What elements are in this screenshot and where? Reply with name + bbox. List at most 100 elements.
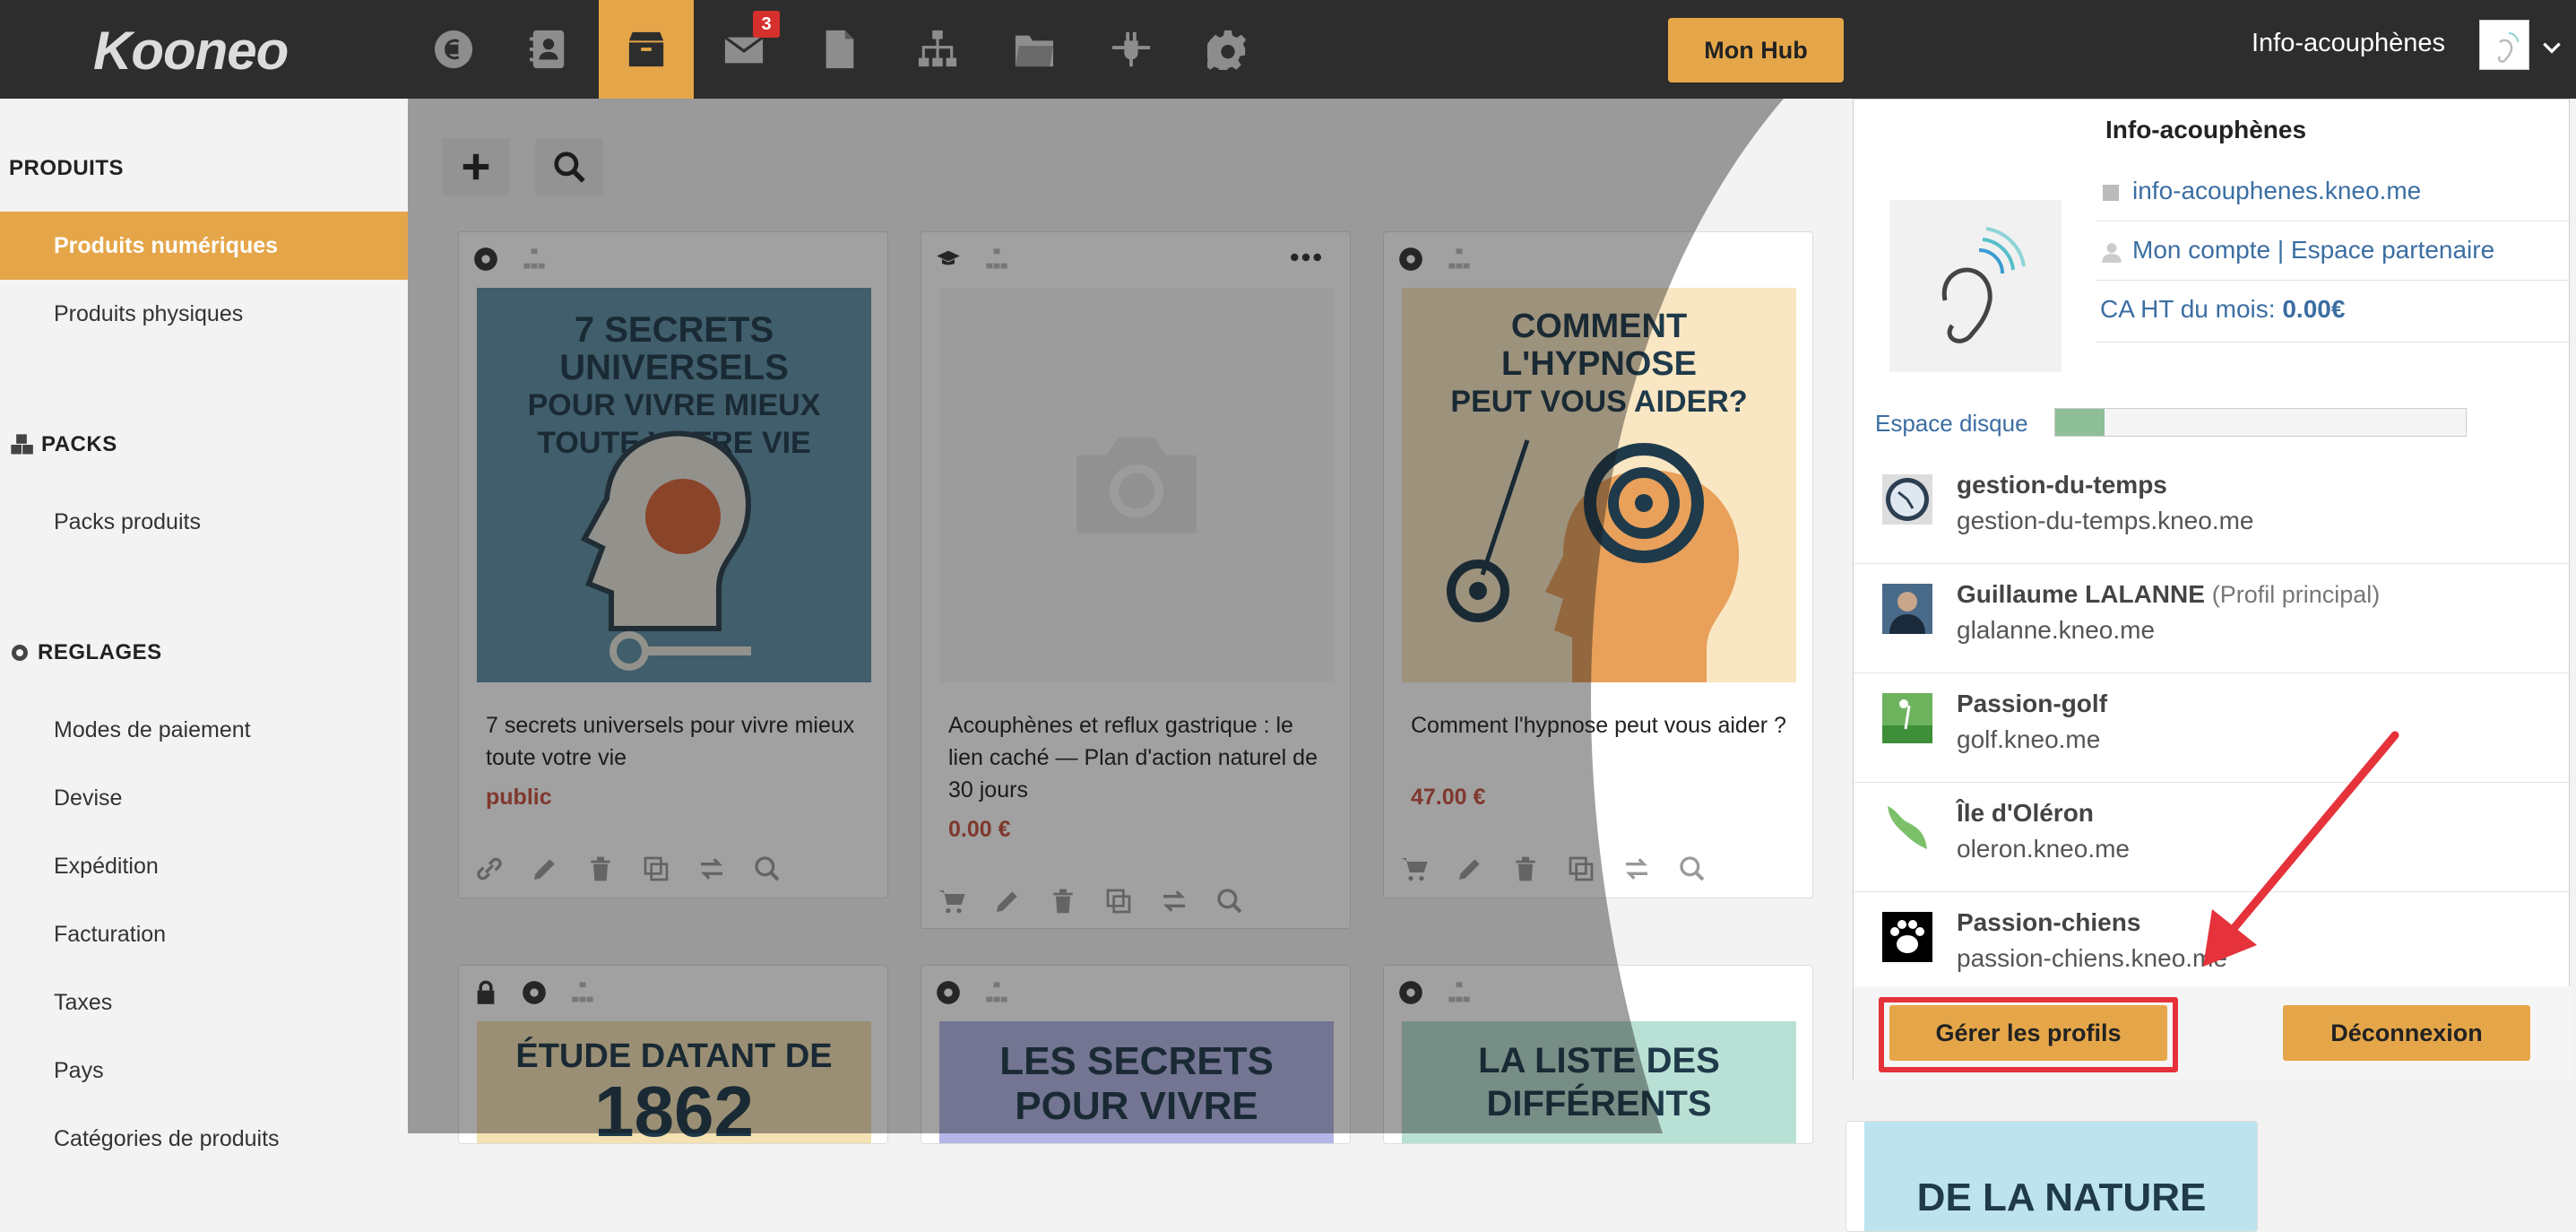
current-profile-name[interactable]: Info-acouphènes [2252,29,2445,58]
plug-icon [1111,31,1151,67]
profile-avatar[interactable] [2479,20,2529,70]
edit-icon[interactable] [993,887,1022,915]
main-profile-note: (Profil principal) [2211,581,2381,608]
edit-icon[interactable] [531,855,559,883]
product-cover-image[interactable]: DE LA NATURE [1864,1122,2257,1231]
finance-nav-button[interactable] [406,0,501,99]
transfer-icon[interactable] [1622,855,1651,883]
sidebar-item-invoicing[interactable]: Facturation [0,900,408,968]
profile-item[interactable]: Guillaume LALANNE (Profil principal) gla… [1854,564,2571,673]
site-logo [1889,200,2062,372]
sidebar-item-currency[interactable]: Devise [0,764,408,832]
dropdown-title: Info-acouphènes [2105,116,2307,143]
sidebar-item-digital-products[interactable]: Produits numériques [0,212,408,280]
profile-url: oleron.kneo.me [1957,835,2131,863]
product-card[interactable]: LES SECRETS POUR VIVRE [921,965,1351,1144]
link-icon[interactable] [475,855,504,883]
transfer-icon[interactable] [1160,887,1189,915]
logout-button[interactable]: Déconnexion [2283,1005,2530,1061]
my-account-link[interactable]: Mon compte [2132,236,2270,264]
sidebar-item-shipping[interactable]: Expédition [0,832,408,900]
kooneo-logo[interactable]: Kooneo [93,20,289,82]
sidebar-item-product-categories[interactable]: Catégories de produits [0,1105,408,1173]
product-cover-placeholder[interactable] [939,288,1334,682]
building-icon [2103,185,2119,201]
files-nav-button[interactable] [987,0,1082,99]
sidebar-item-payment-methods[interactable]: Modes de paiement [0,696,408,764]
divider [2096,342,2571,343]
trash-icon[interactable] [586,855,615,883]
sidebar-section-packs: PACKS [9,432,117,457]
ear-logo-icon [2497,32,2519,63]
profile-name: Île d'Oléron [1957,799,2094,827]
disk-space-bar [2054,408,2467,437]
product-price: public [486,785,552,810]
profile-url: glalanne.kneo.me [1957,616,2156,644]
product-card[interactable]: ÉTUDE DATANT DE 1862 [458,965,888,1144]
trash-icon[interactable] [1049,887,1077,915]
ear-logo-icon [1941,227,2026,343]
my-hub-button[interactable]: Mon Hub [1668,18,1844,82]
profile-name: Passion-golf [1957,690,2108,717]
sitemap-nav-button[interactable] [890,0,985,99]
euro-icon [434,30,473,69]
product-card[interactable]: Acouphènes et reflux gastrique : le lien… [921,231,1351,929]
duplicate-icon[interactable] [642,855,670,883]
gear-icon [12,645,28,661]
sitemap-icon [572,982,593,1002]
settings-nav-button[interactable] [1180,0,1275,99]
add-product-button[interactable] [442,138,510,195]
visibility-icon [937,981,960,1004]
product-cover-image[interactable]: ÉTUDE DATANT DE 1862 [477,1021,871,1143]
profile-item[interactable]: gestion-du-temps gestion-du-temps.kneo.m… [1854,455,2571,564]
highlight-box [1879,997,2178,1072]
sidebar-item-countries[interactable]: Pays [0,1037,408,1105]
transfer-icon[interactable] [697,855,726,883]
sidebar-item-taxes[interactable]: Taxes [0,968,408,1037]
product-title[interactable]: 7 secrets universels pour vivre mieux to… [486,709,862,774]
camera-icon [1076,437,1197,534]
cart-icon[interactable] [1400,855,1429,883]
product-cover-image[interactable]: LES SECRETS POUR VIVRE [939,1021,1334,1143]
gear-icon [1207,30,1247,70]
search-icon[interactable] [1215,887,1244,915]
portrait-icon [1882,584,1932,634]
more-options-icon[interactable] [1291,248,1321,266]
disk-space-label: Espace disque [1875,410,2028,437]
duplicate-icon[interactable] [1567,855,1595,883]
partner-space-link[interactable]: Espace partenaire [2291,236,2494,264]
product-card[interactable]: DE LA NATURE [1846,1121,2258,1232]
duplicate-icon[interactable] [1104,887,1133,915]
trash-icon[interactable] [1511,855,1540,883]
search-icon[interactable] [1678,855,1707,883]
product-price: 0.00 € [948,817,1011,842]
visibility-icon [474,247,497,271]
product-title[interactable]: Acouphènes et reflux gastrique : le lien… [948,709,1325,806]
site-url-link[interactable]: info-acouphenes.kneo.me [2132,177,2421,205]
contacts-icon [529,30,565,69]
edit-icon[interactable] [1456,855,1484,883]
sidebar-item-physical-products[interactable]: Produits physiques [0,280,408,348]
search-products-button[interactable] [535,138,603,195]
product-cover-image[interactable]: COMMENT L'HYPNOSE PEUT VOUS AIDER? [1402,288,1796,682]
product-card[interactable]: LA LISTE DES DIFFÉRENTS [1383,965,1813,1144]
products-nav-button[interactable] [599,0,694,99]
visibility-icon [1399,247,1422,271]
mail-count-badge: 3 [753,11,780,38]
integrations-nav-button[interactable] [1084,0,1179,99]
sitemap-icon [918,30,957,67]
sidebar-item-product-packs[interactable]: Packs produits [0,488,408,556]
product-cover-image[interactable]: 7 SECRETS UNIVERSELS POUR VIVRE MIEUX TOUTE… [477,288,871,682]
product-card[interactable]: COMMENT L'HYPNOSE PEUT VOUS AIDER? Comment… [1383,231,1813,898]
profile-url: gestion-du-temps.kneo.me [1957,507,2254,534]
chevron-down-icon[interactable] [2540,36,2563,59]
contacts-nav-button[interactable] [501,0,596,99]
product-card[interactable]: 7 SECRETS UNIVERSELS POUR VIVRE MIEUX TOUTE… [458,231,888,898]
sitemap-icon [986,982,1007,1002]
product-cover-image[interactable]: LA LISTE DES DIFFÉRENTS [1402,1021,1796,1143]
product-title[interactable]: Comment l'hypnose peut vous aider ? [1411,709,1787,742]
lock-icon [477,980,495,1004]
search-icon[interactable] [753,855,782,883]
pages-nav-button[interactable] [792,0,887,99]
cart-icon[interactable] [938,887,966,915]
